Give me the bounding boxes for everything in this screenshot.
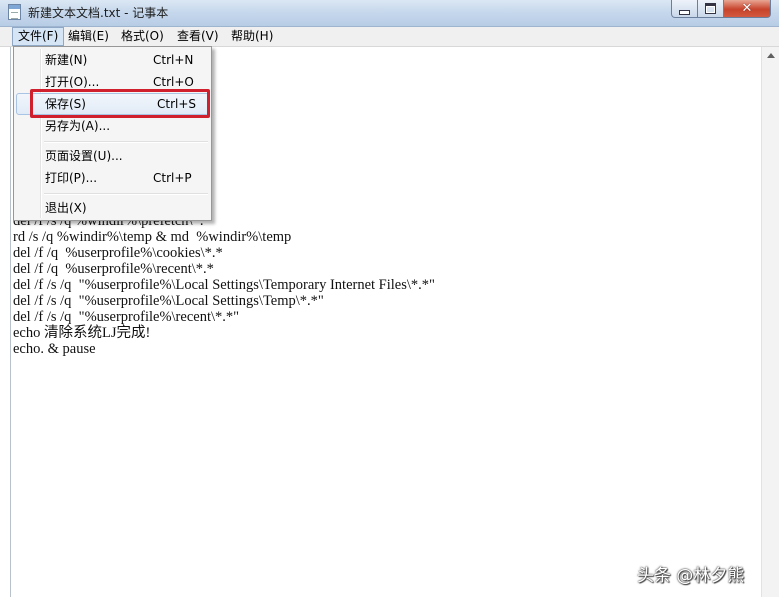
menu-item-label: 页面设置(U)... xyxy=(45,149,123,163)
menu-view[interactable]: 查看(V) xyxy=(172,27,224,46)
file-menu-dropdown: 新建(N) Ctrl+N 打开(O)... Ctrl+O 保存(S) Ctrl+… xyxy=(13,46,212,221)
menu-help[interactable]: 帮助(H) xyxy=(226,27,278,46)
window-title: 新建文本文档.txt - 记事本 xyxy=(28,6,169,20)
maximize-icon xyxy=(705,3,716,14)
arrow-up-icon xyxy=(766,53,775,58)
menu-item-label: 退出(X) xyxy=(45,201,87,215)
menu-item-shortcut: Ctrl+P xyxy=(153,171,192,185)
menu-item-new[interactable]: 新建(N) Ctrl+N xyxy=(16,49,209,71)
close-icon: ✕ xyxy=(741,1,753,16)
close-button[interactable]: ✕ xyxy=(724,0,771,18)
menu-item-print[interactable]: 打印(P)... Ctrl+P xyxy=(16,167,209,189)
scroll-up-button[interactable] xyxy=(762,47,779,64)
menu-item-label: 另存为(A)... xyxy=(45,119,111,133)
watermark: 头条 @林夕熊 xyxy=(637,566,745,586)
save-annotation-box xyxy=(30,89,210,118)
menu-item-label: 新建(N) xyxy=(45,53,88,67)
menu-separator xyxy=(44,141,208,143)
menu-item-save-as[interactable]: 另存为(A)... xyxy=(16,115,209,137)
menu-edit[interactable]: 编辑(E) xyxy=(63,27,114,46)
menu-item-shortcut: Ctrl+N xyxy=(153,53,194,67)
menu-format[interactable]: 格式(O) xyxy=(116,27,169,46)
menu-item-label: 打印(P)... xyxy=(45,171,98,185)
menu-item-exit[interactable]: 退出(X) xyxy=(16,197,209,219)
notepad-app-icon[interactable] xyxy=(8,4,21,20)
title-bar: 新建文本文档.txt - 记事本 ✕ xyxy=(0,0,779,27)
vertical-scrollbar[interactable] xyxy=(761,47,779,597)
menu-separator xyxy=(44,193,208,195)
menu-item-page-setup[interactable]: 页面设置(U)... xyxy=(16,145,209,167)
menu-bar: 文件(F) 编辑(E) 格式(O) 查看(V) 帮助(H) xyxy=(0,27,779,47)
maximize-button[interactable] xyxy=(698,0,724,18)
minimize-icon xyxy=(679,9,690,15)
minimize-button[interactable] xyxy=(671,0,698,18)
menu-file[interactable]: 文件(F) xyxy=(12,27,65,46)
